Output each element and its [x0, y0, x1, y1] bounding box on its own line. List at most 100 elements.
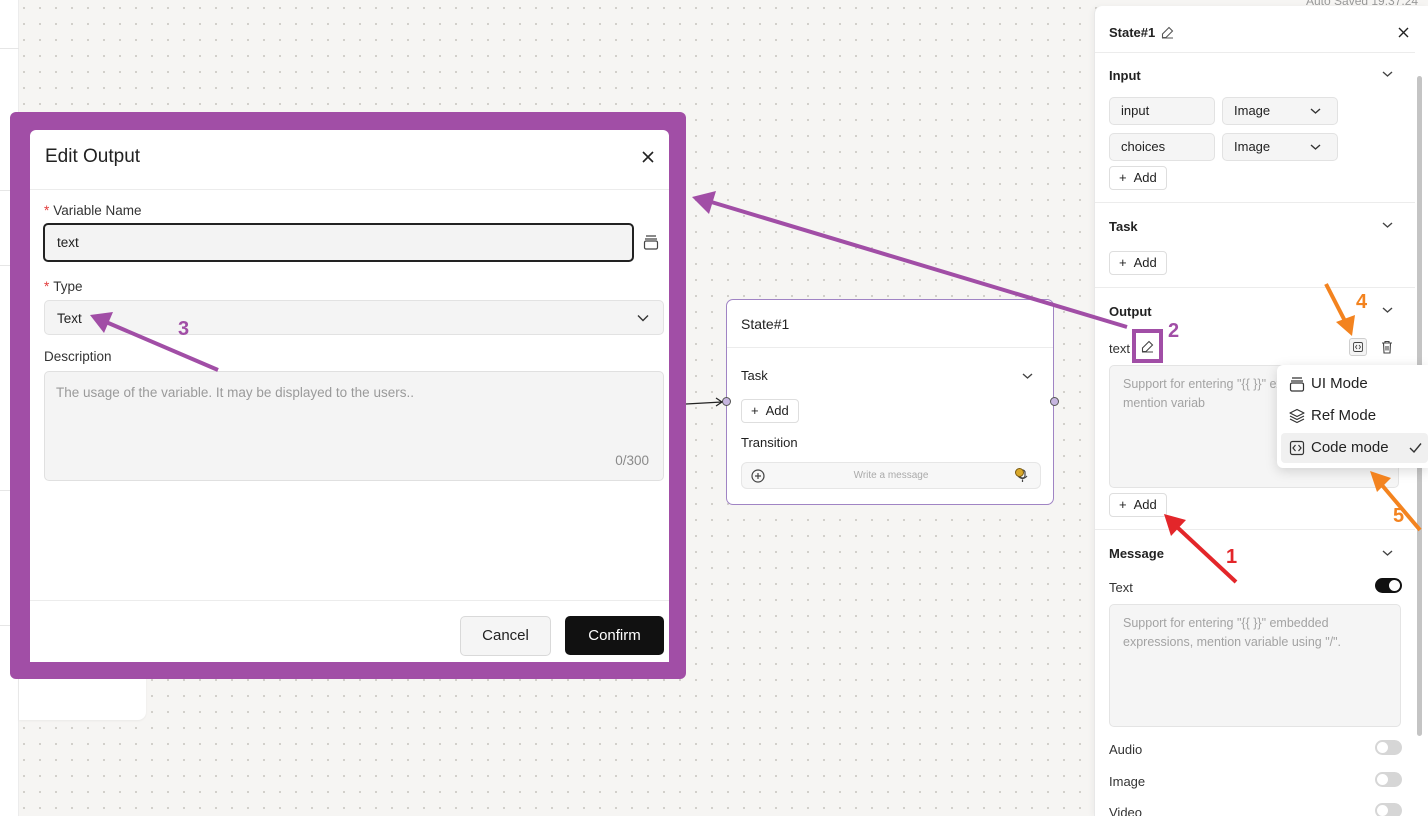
message-audio-toggle[interactable] [1375, 740, 1402, 755]
description-label: Description [44, 349, 112, 364]
message-image-toggle[interactable] [1375, 772, 1402, 787]
variable-name-label-text: Variable Name [53, 203, 142, 218]
task-add-button[interactable]: + Add [1109, 251, 1167, 275]
output-edit-button[interactable] [1132, 329, 1163, 363]
edit-icon [1141, 340, 1154, 353]
stack-icon[interactable] [643, 234, 659, 250]
chevron-down-icon[interactable] [1382, 221, 1393, 229]
plus-icon: + [1119, 255, 1127, 270]
output-section-heading: Output [1109, 304, 1152, 319]
annotation-number-3: 3 [178, 318, 190, 340]
layers-icon [1289, 408, 1305, 424]
variable-name-label: * Variable Name [44, 203, 142, 218]
plus-icon: + [1119, 497, 1127, 512]
node-divider [727, 347, 1053, 348]
node-add-task-button[interactable]: + Add [741, 399, 799, 423]
code-icon [1289, 440, 1305, 456]
character-counter: 0/300 [615, 453, 649, 468]
arrow-2-head [692, 191, 716, 214]
input-section-heading: Input [1109, 68, 1141, 83]
edit-output-dialog: Edit Output * Variable Name text * Type Te… [30, 130, 669, 662]
input-type-value: Image [1234, 103, 1271, 118]
input-name-field[interactable]: input [1109, 97, 1215, 125]
panel-title: State#1 [1109, 25, 1156, 40]
panel-divider [1095, 287, 1415, 288]
node-input-port[interactable] [722, 397, 731, 406]
confirm-button[interactable]: Confirm [565, 616, 664, 655]
menu-item-label: UI Mode [1311, 375, 1368, 392]
description-placeholder: The usage of the variable. It may be dis… [56, 385, 414, 400]
node-message-input[interactable]: Write a message [741, 462, 1041, 489]
menu-item-ui-mode[interactable]: UI Mode [1281, 369, 1428, 399]
message-video-label: Video [1109, 805, 1143, 816]
task-section-heading: Task [1109, 219, 1138, 234]
mode-switch-button[interactable] [1349, 338, 1367, 356]
menu-item-ref-mode[interactable]: Ref Mode [1281, 401, 1428, 431]
close-icon[interactable] [1398, 27, 1409, 38]
required-mark: * [44, 279, 50, 294]
type-select[interactable]: Text [44, 300, 664, 335]
output-variable-name: text [1109, 341, 1130, 356]
edge-connector [685, 401, 723, 405]
menu-item-code-mode[interactable]: Code mode [1281, 433, 1428, 463]
mode-dropdown-menu: UI Mode Ref Mode Code mode [1277, 365, 1428, 468]
message-placeholder: Write a message [853, 470, 929, 481]
required-mark: * [44, 203, 50, 218]
add-label: Add [1133, 255, 1157, 270]
stack-icon [1289, 377, 1305, 392]
annotation-number-2: 2 [1168, 320, 1180, 342]
panel-divider [1095, 52, 1415, 53]
dialog-header: Edit Output [30, 130, 669, 190]
state-node[interactable]: State#1 Task + Add Transition Write a mes… [722, 299, 1059, 505]
input-add-button[interactable]: + Add [1109, 166, 1167, 190]
input-type-select[interactable]: Image [1222, 97, 1338, 125]
chevron-down-icon[interactable] [1022, 372, 1033, 380]
node-task-label: Task [741, 368, 768, 383]
chevron-down-icon[interactable] [1382, 306, 1393, 314]
menu-item-label: Ref Mode [1311, 407, 1377, 424]
message-text-editor[interactable]: Support for entering "{{ }}" embedded ex… [1109, 604, 1401, 727]
code-icon [1353, 342, 1363, 352]
cancel-button[interactable]: Cancel [460, 616, 551, 656]
message-section-heading: Message [1109, 546, 1164, 561]
add-label: Add [765, 403, 789, 418]
dialog-title: Edit Output [45, 146, 141, 167]
chevron-down-icon[interactable] [1382, 549, 1393, 557]
type-label: * Type [44, 279, 83, 294]
node-output-port[interactable] [1050, 397, 1059, 406]
message-text-toggle[interactable] [1375, 578, 1402, 593]
chevron-down-icon [1310, 108, 1321, 114]
node-transition-label: Transition [741, 435, 798, 450]
variable-name-input[interactable]: text [43, 223, 634, 262]
panel-divider [1095, 202, 1415, 203]
message-video-toggle[interactable] [1375, 803, 1402, 816]
edit-icon[interactable] [1161, 26, 1174, 39]
node-title: State#1 [741, 316, 790, 332]
type-select-value: Text [57, 311, 82, 326]
plus-icon: + [751, 403, 759, 418]
input-type-value: Image [1234, 139, 1271, 154]
chevron-down-icon [637, 315, 649, 322]
trash-icon[interactable] [1381, 340, 1393, 354]
annotation-number-5: 5 [1393, 505, 1405, 527]
output-add-button[interactable]: + Add [1109, 493, 1167, 517]
plus-icon: + [1119, 170, 1127, 185]
annotation-number-4: 4 [1356, 291, 1368, 313]
checkmark-icon [1409, 443, 1422, 454]
message-audio-label: Audio [1109, 742, 1143, 757]
chevron-down-icon[interactable] [1382, 70, 1393, 78]
message-text-label: Text [1109, 580, 1133, 595]
transition-port[interactable] [1015, 468, 1024, 477]
type-label-text: Type [53, 279, 83, 294]
description-textarea[interactable]: The usage of the variable. It may be dis… [44, 371, 664, 481]
panel-divider [1095, 529, 1415, 530]
input-name-field[interactable]: choices [1109, 133, 1215, 161]
message-image-label: Image [1109, 774, 1146, 789]
menu-item-label: Code mode [1311, 439, 1389, 456]
input-type-select[interactable]: Image [1222, 133, 1338, 161]
left-sidebar-divider [0, 48, 19, 49]
add-label: Add [1133, 170, 1157, 185]
close-icon[interactable] [638, 147, 658, 167]
chevron-down-icon [1310, 144, 1321, 150]
add-label: Add [1133, 497, 1157, 512]
